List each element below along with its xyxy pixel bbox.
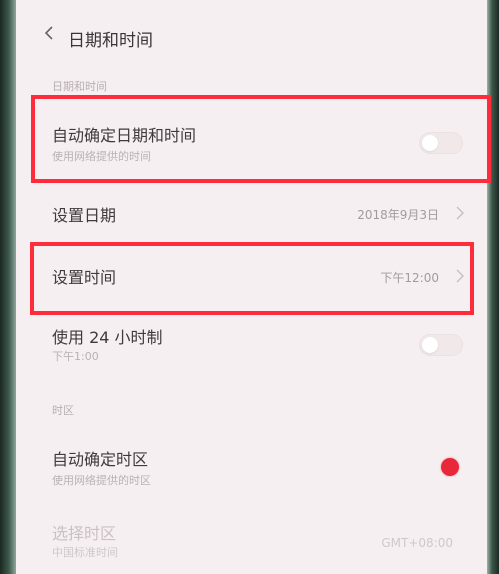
- auto-timezone-row[interactable]: 自动确定时区 使用网络提供的时区: [16, 432, 487, 502]
- toggle-knob: [441, 458, 459, 476]
- section-label-timezone: 时区: [52, 404, 74, 417]
- select-timezone-value: GMT+08:00: [381, 536, 453, 550]
- use-24h-row[interactable]: 使用 24 小时制 下午1:00: [16, 312, 487, 382]
- select-timezone-title: 选择时区: [52, 524, 117, 543]
- set-date-value: 2018年9月3日: [357, 208, 439, 222]
- chevron-left-icon: [43, 25, 55, 45]
- section-label-datetime: 日期和时间: [52, 80, 107, 93]
- highlight-box-auto-datetime: [31, 95, 491, 183]
- back-button[interactable]: [34, 20, 64, 50]
- toggle-knob: [422, 337, 438, 353]
- use-24h-subtitle: 下午1:00: [52, 350, 99, 363]
- set-date-title: 设置日期: [52, 206, 117, 225]
- chevron-right-icon: [453, 206, 467, 220]
- device-bezel-right: [487, 0, 499, 574]
- use-24h-title: 使用 24 小时制: [52, 328, 163, 347]
- auto-timezone-toggle[interactable]: [419, 456, 463, 478]
- page-title: 日期和时间: [68, 31, 153, 51]
- set-date-row[interactable]: 设置日期 2018年9月3日: [16, 182, 487, 244]
- use-24h-toggle[interactable]: [419, 334, 463, 356]
- auto-timezone-title: 自动确定时区: [52, 450, 149, 469]
- status-bar: [377, 0, 457, 8]
- device-bezel-left: [0, 0, 16, 574]
- header: 日期和时间: [16, 18, 487, 58]
- highlight-box-set-time: [30, 242, 474, 315]
- select-timezone-subtitle: 中国标准时间: [52, 546, 118, 559]
- select-timezone-row[interactable]: 选择时区 中国标准时间 GMT+08:00: [16, 508, 487, 574]
- auto-timezone-subtitle: 使用网络提供的时区: [52, 474, 151, 487]
